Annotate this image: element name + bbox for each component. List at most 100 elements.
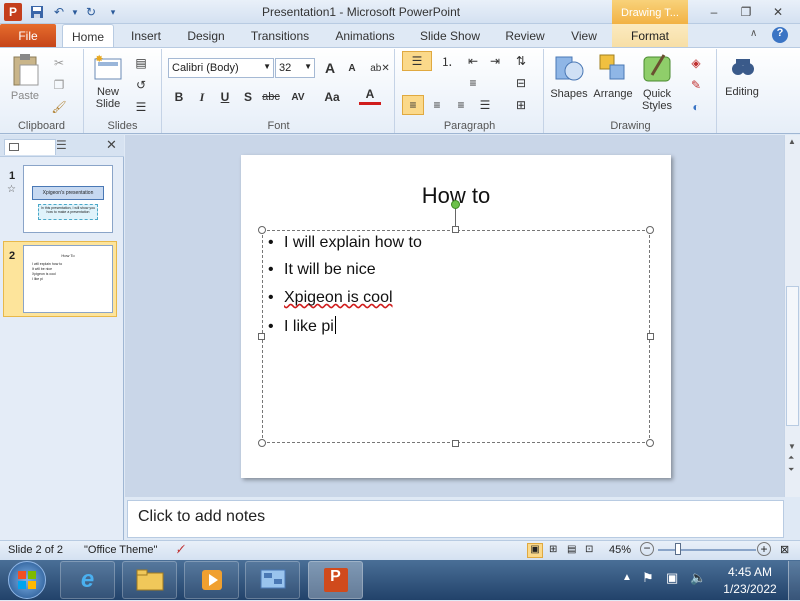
font-color-button[interactable]: A — [359, 85, 381, 105]
strikethrough-button[interactable]: abc — [260, 87, 282, 107]
save-icon[interactable] — [28, 3, 46, 21]
bullet-item[interactable]: • It will be nice — [268, 261, 376, 279]
slide-sorter-icon[interactable]: ⊞ — [549, 544, 557, 555]
quick-styles-button[interactable]: Quick Styles — [637, 53, 677, 125]
resize-handle[interactable] — [258, 226, 266, 234]
bullet-item[interactable]: • I will explain how to — [268, 234, 422, 252]
arrange-button[interactable]: Arrange — [591, 53, 635, 115]
bold-button[interactable]: B — [168, 87, 190, 107]
tab-file[interactable]: File — [0, 24, 56, 47]
character-spacing-button[interactable]: AV — [287, 87, 309, 107]
outline-tab-icon[interactable]: ☰ — [56, 138, 67, 152]
tab-slide-show[interactable]: Slide Show — [416, 24, 484, 47]
section-icon[interactable]: ☰ — [130, 97, 152, 117]
close-panel-icon[interactable]: ✕ — [106, 137, 117, 153]
slide-thumbnail-1[interactable]: Xpigeon's presentation In this presentat… — [23, 165, 113, 233]
text-direction-icon[interactable]: ⇅ — [510, 51, 532, 71]
reset-icon[interactable]: ↺ — [130, 75, 152, 95]
grow-font-button[interactable]: A — [319, 58, 341, 78]
previous-slide-icon[interactable]: ⏶ — [788, 453, 800, 463]
bullets-button[interactable]: ☰ — [402, 51, 432, 71]
text-shadow-button[interactable]: S — [237, 87, 259, 107]
change-case-button[interactable]: Aa — [321, 87, 343, 107]
resize-handle[interactable] — [258, 333, 265, 340]
shape-effects-icon[interactable]: ◐ — [685, 97, 707, 117]
resize-handle[interactable] — [647, 333, 654, 340]
media-player-icon[interactable] — [184, 561, 239, 599]
resize-handle[interactable] — [258, 439, 266, 447]
smartart-icon[interactable]: ⊞ — [510, 95, 532, 115]
slide-show-view-icon[interactable]: ⊡ — [585, 544, 593, 555]
decrease-indent-button[interactable]: ⇤ — [462, 51, 484, 71]
align-left-button[interactable]: ≡ — [402, 95, 424, 115]
zoom-level[interactable]: 45% — [609, 544, 631, 556]
restore-button[interactable]: ❐ — [732, 2, 760, 22]
reading-view-icon[interactable]: ▤ — [567, 544, 576, 555]
resize-handle[interactable] — [646, 439, 654, 447]
redo-icon[interactable]: ↻ — [82, 3, 100, 21]
new-slide-button[interactable]: ✸ New Slide — [90, 53, 126, 115]
normal-view-icon[interactable]: ▣ — [527, 543, 543, 558]
tab-design[interactable]: Design — [180, 24, 232, 47]
tab-insert[interactable]: Insert — [124, 24, 168, 47]
zoom-in-icon[interactable]: + — [757, 542, 771, 556]
internet-explorer-icon[interactable]: e — [60, 561, 115, 599]
vertical-scrollbar[interactable]: ▲ ▼ ⏶ ⏷ — [784, 135, 800, 497]
italic-button[interactable]: I — [191, 87, 213, 107]
scroll-up-icon[interactable]: ▲ — [788, 137, 800, 146]
bullet-item[interactable]: • Xpigeon is cool — [268, 289, 393, 307]
increase-indent-button[interactable]: ⇥ — [484, 51, 506, 71]
editing-button[interactable]: Editing — [722, 53, 762, 113]
shape-fill-icon[interactable]: ◈ — [685, 53, 707, 73]
numbering-button[interactable]: ⒈ — [436, 51, 458, 71]
tab-animations[interactable]: Animations — [330, 24, 400, 47]
close-button[interactable]: ✕ — [764, 2, 792, 22]
shapes-button[interactable]: Shapes — [549, 53, 589, 115]
minimize-ribbon-icon[interactable]: ∧ — [750, 28, 757, 39]
layout-icon[interactable]: ▤ — [130, 53, 152, 73]
tab-review[interactable]: Review — [500, 24, 550, 47]
zoom-slider-thumb[interactable] — [675, 543, 681, 555]
shrink-font-button[interactable]: A — [341, 58, 363, 78]
action-center-flag-icon[interactable]: ⚑ — [642, 570, 654, 586]
align-center-button[interactable]: ≡ — [426, 95, 448, 115]
minimize-button[interactable]: – — [700, 2, 728, 22]
tab-format[interactable]: Format — [612, 24, 688, 47]
start-button[interactable] — [8, 561, 46, 599]
paste-button[interactable]: Paste — [8, 53, 42, 111]
underline-button[interactable]: U — [214, 87, 236, 107]
scrollbar-thumb[interactable] — [786, 286, 799, 426]
control-panel-icon[interactable] — [245, 561, 300, 599]
copy-icon[interactable]: ❐ — [48, 75, 70, 95]
powerpoint-logo-icon[interactable]: P — [4, 3, 22, 21]
slides-view-tab[interactable] — [4, 139, 56, 155]
align-text-icon[interactable]: ⊟ — [510, 73, 532, 93]
line-spacing-button[interactable]: ≡ — [462, 73, 484, 93]
align-right-button[interactable]: ≡ — [450, 95, 472, 115]
tab-transitions[interactable]: Transitions — [246, 24, 314, 47]
help-icon[interactable]: ? — [772, 27, 788, 43]
spell-check-icon[interactable]: ✓̸ — [176, 543, 185, 556]
customize-toolbar-icon[interactable]: ▾ — [104, 3, 122, 21]
zoom-out-icon[interactable]: − — [640, 542, 654, 556]
slide-thumbnail-2[interactable]: How To I will explain how to It will be … — [23, 245, 113, 313]
tab-view[interactable]: View — [564, 24, 604, 47]
powerpoint-taskbar-button[interactable]: P — [308, 561, 363, 599]
bullet-item[interactable]: • I like pi — [268, 316, 336, 336]
zoom-slider-track[interactable] — [658, 549, 756, 551]
resize-handle[interactable] — [452, 226, 459, 233]
scroll-down-icon[interactable]: ▼ — [788, 442, 800, 451]
shape-outline-icon[interactable]: ✎ — [685, 75, 707, 95]
format-painter-icon[interactable]: 🖌 — [48, 97, 70, 117]
cut-icon[interactable]: ✂ — [48, 53, 70, 73]
network-icon[interactable]: ▣ — [666, 570, 678, 586]
fit-to-window-icon[interactable]: ⊠ — [780, 543, 789, 556]
clock-time[interactable]: 4:45 AM — [724, 565, 776, 579]
resize-handle[interactable] — [452, 440, 459, 447]
file-explorer-icon[interactable] — [122, 561, 177, 599]
rotation-handle[interactable] — [451, 200, 460, 209]
volume-muted-icon[interactable]: 🔈 — [690, 570, 706, 586]
next-slide-icon[interactable]: ⏷ — [788, 465, 800, 475]
tab-home[interactable]: Home — [62, 24, 114, 47]
justify-button[interactable]: ☰ — [474, 95, 496, 115]
